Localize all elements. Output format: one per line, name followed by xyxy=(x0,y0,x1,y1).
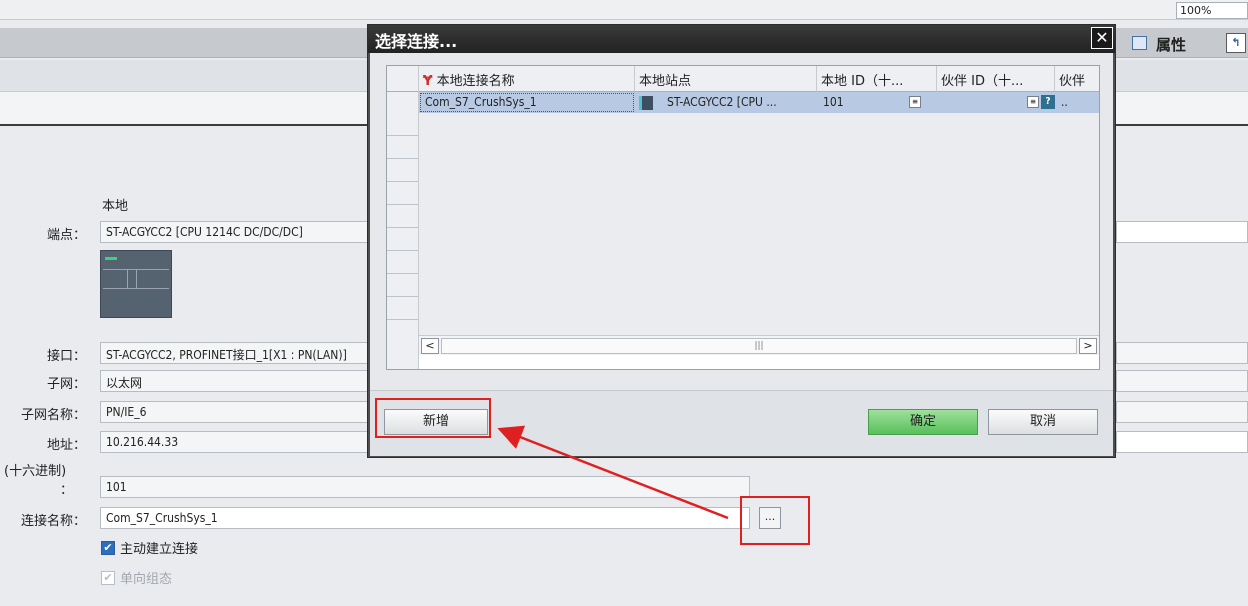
annotation-arrow xyxy=(497,425,729,520)
